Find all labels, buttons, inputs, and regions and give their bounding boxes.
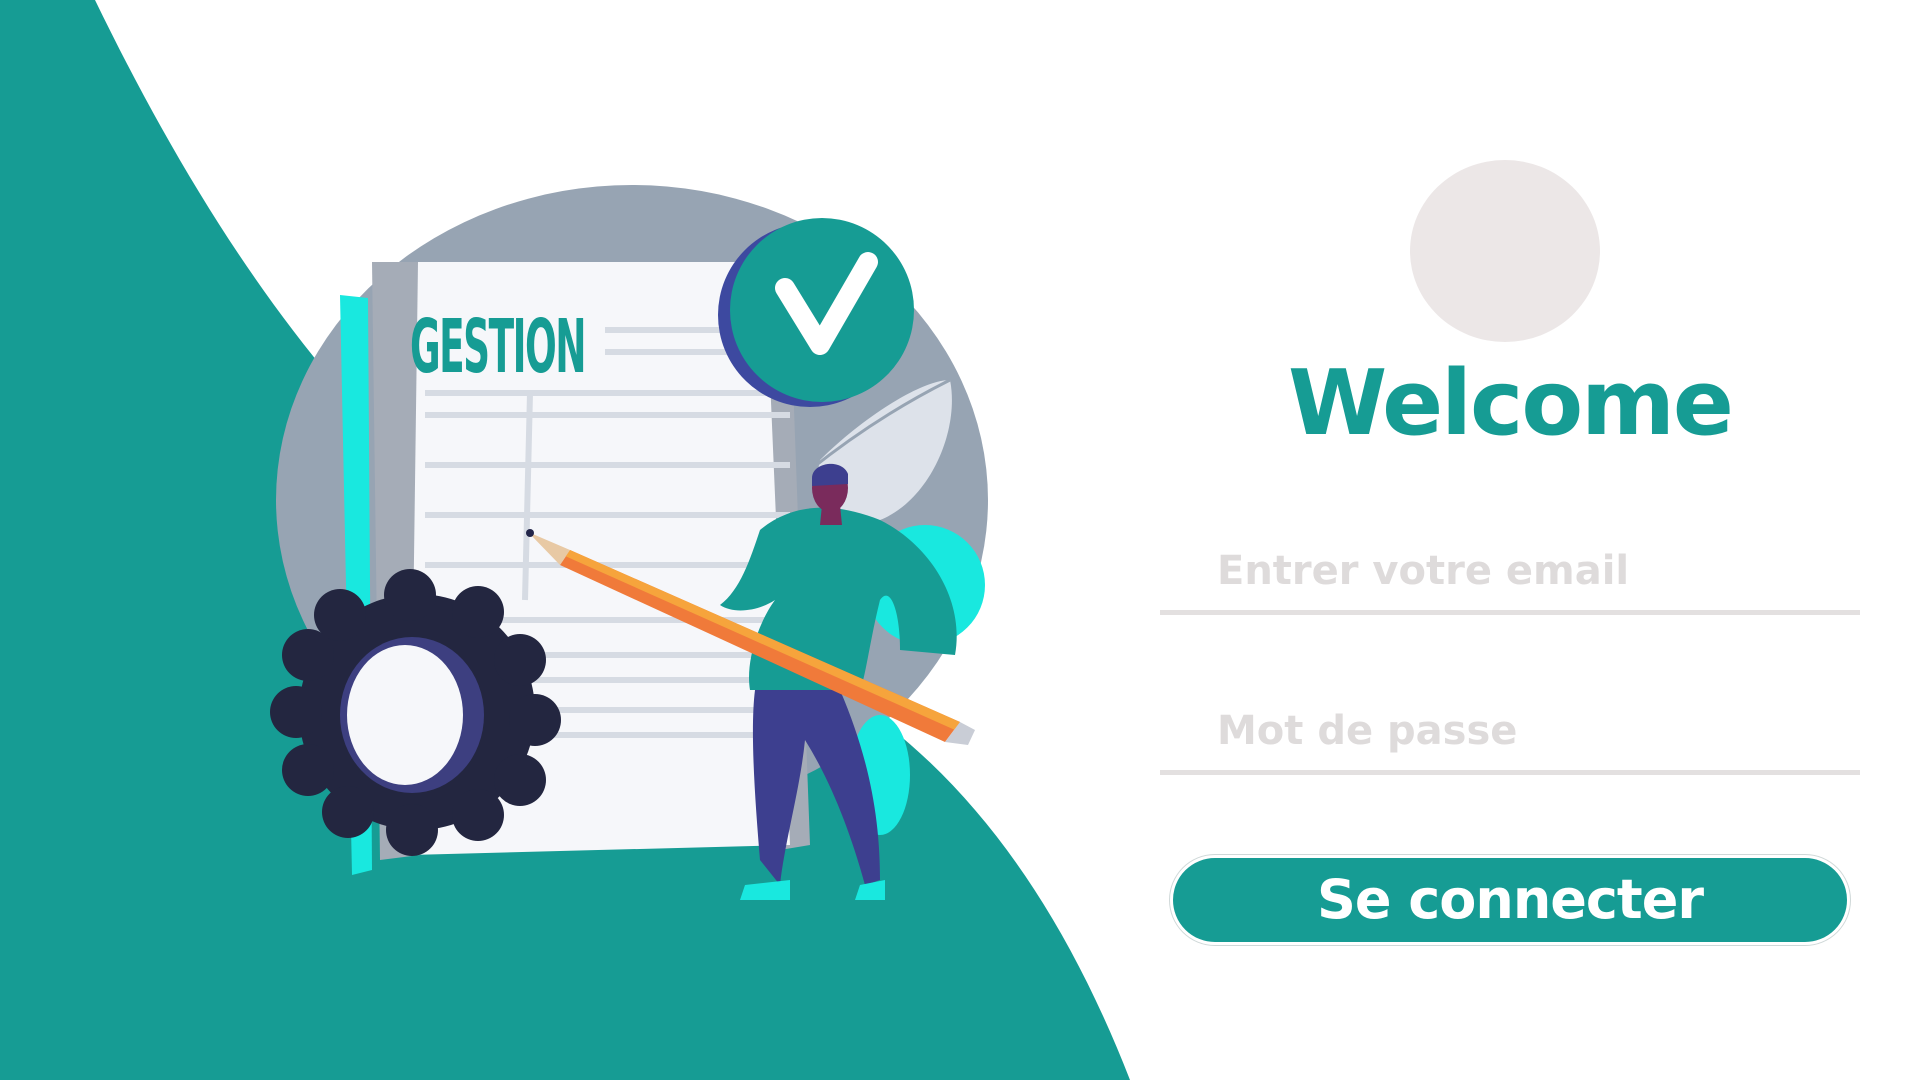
document-title: GESTION xyxy=(410,304,585,390)
password-input[interactable] xyxy=(1215,700,1839,762)
login-button[interactable]: Se connecter xyxy=(1170,855,1850,945)
gear-hole xyxy=(347,645,463,785)
check-badge xyxy=(730,218,914,402)
email-field xyxy=(1160,530,1860,615)
email-input[interactable] xyxy=(1215,540,1839,602)
welcome-title: Welcome xyxy=(1288,351,1734,456)
login-panel: Welcome Se connecter xyxy=(1160,160,1860,960)
avatar xyxy=(1410,160,1600,342)
password-field xyxy=(1160,690,1860,775)
